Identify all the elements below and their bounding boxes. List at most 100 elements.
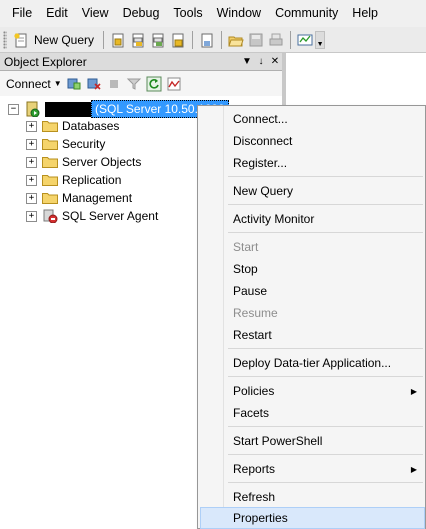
object-explorer-title: Object Explorer bbox=[4, 54, 87, 69]
menu-separator bbox=[228, 426, 423, 427]
menu-item-label: Policies bbox=[233, 384, 275, 398]
menu-item-refresh[interactable]: Refresh bbox=[200, 486, 425, 508]
menu-tools[interactable]: Tools bbox=[166, 0, 209, 27]
connect-label: Connect bbox=[6, 76, 51, 91]
menu-item-label: New Query bbox=[233, 184, 294, 198]
folder-icon bbox=[42, 121, 58, 132]
menu-item-properties[interactable]: Properties bbox=[200, 507, 425, 529]
new-query-button[interactable]: New Query bbox=[9, 29, 99, 51]
folder-icon bbox=[42, 175, 58, 186]
menu-item-register[interactable]: Register... bbox=[200, 152, 425, 174]
toolbar-separator bbox=[103, 30, 105, 49]
toolbar-grip[interactable] bbox=[3, 30, 7, 49]
pin-icon[interactable]: ↓ bbox=[254, 56, 268, 67]
menu-item-label: Deploy Data-tier Application... bbox=[233, 356, 392, 370]
menu-item-label: Start bbox=[233, 240, 259, 254]
compact-edition-query-icon[interactable] bbox=[199, 32, 215, 48]
menu-separator bbox=[228, 376, 423, 377]
menu-item-restart[interactable]: Restart bbox=[200, 324, 425, 346]
connect-server-icon[interactable] bbox=[66, 76, 82, 92]
expand-icon[interactable]: + bbox=[26, 120, 37, 132]
database-query-icon[interactable] bbox=[110, 32, 126, 48]
expand-icon[interactable]: + bbox=[26, 210, 37, 222]
menu-item-label: Disconnect bbox=[233, 134, 293, 148]
tree-node-server[interactable]: − (SQL Server 10.50.1600 bbox=[8, 100, 229, 118]
tree-node-security[interactable]: + Security bbox=[26, 135, 105, 153]
new-query-icon bbox=[14, 32, 27, 47]
open-file-icon[interactable] bbox=[228, 32, 244, 48]
menu-debug[interactable]: Debug bbox=[116, 0, 167, 27]
tree-node-label: Databases bbox=[62, 119, 120, 133]
activity-monitor-icon[interactable] bbox=[166, 76, 182, 92]
toolbar-separator bbox=[290, 30, 292, 49]
tree-node-management[interactable]: + Management bbox=[26, 189, 132, 207]
connect-button[interactable]: Connect ▼ bbox=[4, 73, 64, 95]
menu-item-label: Activity Monitor bbox=[233, 212, 315, 226]
save-icon[interactable] bbox=[248, 32, 264, 48]
menu-item-label: Restart bbox=[233, 328, 272, 342]
tree-node-label: Server Objects bbox=[62, 155, 142, 169]
menu-community[interactable]: Community bbox=[268, 0, 345, 27]
menu-item-start: Start bbox=[200, 236, 425, 258]
toolbar-overflow-button[interactable]: ▼ bbox=[315, 30, 326, 49]
menu-item-label: Properties bbox=[233, 511, 288, 525]
tree-node-label: SQL Server Agent bbox=[62, 209, 159, 223]
tree-node-server-objects[interactable]: + Server Objects bbox=[26, 153, 141, 171]
menu-item-resume: Resume bbox=[200, 302, 425, 324]
expand-icon[interactable]: + bbox=[26, 192, 37, 204]
menu-file[interactable]: File bbox=[5, 0, 39, 27]
disconnect-server-icon[interactable] bbox=[86, 76, 102, 92]
menu-item-label: Facets bbox=[233, 406, 270, 420]
stop-icon[interactable] bbox=[106, 76, 122, 92]
menu-item-policies[interactable]: Policies ▶ bbox=[200, 380, 425, 402]
menu-item-start-powershell[interactable]: Start PowerShell bbox=[200, 430, 425, 452]
menu-item-label: Start PowerShell bbox=[233, 434, 323, 448]
menu-item-disconnect[interactable]: Disconnect bbox=[200, 130, 425, 152]
object-explorer-toolbar: Connect ▼ bbox=[0, 71, 282, 96]
menu-window[interactable]: Window bbox=[210, 0, 268, 27]
submenu-arrow-icon: ▶ bbox=[410, 386, 417, 396]
agent-icon bbox=[43, 209, 58, 223]
menu-item-label: Reports bbox=[233, 462, 276, 476]
activity-monitor-icon[interactable] bbox=[297, 32, 313, 48]
tree-node-replication[interactable]: + Replication bbox=[26, 171, 121, 189]
object-explorer-header: Object Explorer ▼ ↓ ✕ bbox=[0, 53, 282, 71]
menu-item-deploy-data-tier-application[interactable]: Deploy Data-tier Application... bbox=[200, 352, 425, 374]
window-position-icon[interactable]: ▼ bbox=[240, 56, 254, 67]
menu-item-stop[interactable]: Stop bbox=[200, 258, 425, 280]
menu-view[interactable]: View bbox=[75, 0, 116, 27]
refresh-icon[interactable] bbox=[146, 76, 162, 92]
toolbar-separator bbox=[221, 30, 223, 49]
tree-node-label: Replication bbox=[62, 173, 122, 187]
chevron-down-icon: ▼ bbox=[53, 79, 62, 88]
tree-node-sql-server-agent[interactable]: + SQL Server Agent bbox=[26, 207, 158, 225]
menu-item-activity-monitor[interactable]: Activity Monitor bbox=[200, 208, 425, 230]
mdx-query-icon[interactable] bbox=[130, 32, 146, 48]
menu-separator bbox=[228, 482, 423, 483]
dmx-query-icon[interactable] bbox=[150, 32, 166, 48]
menu-edit[interactable]: Edit bbox=[39, 0, 75, 27]
server-context-menu: Connect... Disconnect Register... New Qu… bbox=[197, 105, 426, 529]
print-icon[interactable] bbox=[268, 32, 284, 48]
menu-item-label: Connect... bbox=[233, 112, 288, 126]
server-running-icon bbox=[26, 101, 40, 117]
menu-help[interactable]: Help bbox=[345, 0, 385, 27]
menu-item-label: Stop bbox=[233, 262, 258, 276]
filter-icon[interactable] bbox=[126, 76, 142, 92]
collapse-icon[interactable]: − bbox=[8, 103, 19, 115]
menu-item-label: Pause bbox=[233, 284, 268, 298]
menu-item-label: Resume bbox=[233, 306, 278, 320]
expand-icon[interactable]: + bbox=[26, 156, 37, 168]
menu-item-new-query[interactable]: New Query bbox=[200, 180, 425, 202]
tree-node-databases[interactable]: + Databases bbox=[26, 117, 119, 135]
close-icon[interactable]: ✕ bbox=[268, 56, 282, 67]
menu-item-reports[interactable]: Reports ▶ bbox=[200, 458, 425, 480]
expand-icon[interactable]: + bbox=[26, 138, 37, 150]
menu-item-pause[interactable]: Pause bbox=[200, 280, 425, 302]
xmla-query-icon[interactable] bbox=[170, 32, 186, 48]
expand-icon[interactable]: + bbox=[26, 174, 37, 186]
folder-icon bbox=[42, 157, 58, 168]
menu-item-connect[interactable]: Connect... bbox=[200, 108, 425, 130]
menu-item-facets[interactable]: Facets bbox=[200, 402, 425, 424]
standard-toolbar: New Query ▼ bbox=[0, 27, 426, 53]
